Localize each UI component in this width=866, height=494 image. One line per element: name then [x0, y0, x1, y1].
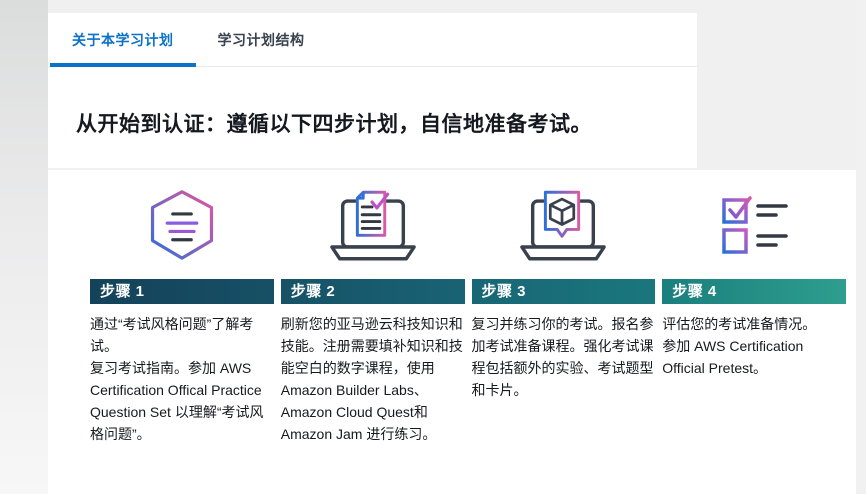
step-column-4: 步骤 4 评估您的考试准备情况。 参加 AWS Certification Of…: [662, 188, 846, 445]
step-description: 刷新您的亚马逊云科技知识和技能。注册需要填补知识和技能空白的数字课程，使用 Am…: [280, 316, 463, 442]
step-column-3: 步骤 3 复习并练习你的考试。报名参加考试准备课程。强化考试课程包括额外的实验、…: [471, 188, 656, 445]
page-background-gutter: [0, 0, 48, 494]
learning-plan-card: 关于本学习计划 学习计划结构 从开始到认证：遵循以下四步计划，自信地准备考试。: [48, 13, 697, 168]
step-column-1: 步骤 1 通过“考试风格问题”了解考试。 复习考试指南。参加 AWS Certi…: [90, 188, 274, 445]
tab-about-plan[interactable]: 关于本学习计划: [50, 13, 196, 67]
step-title-bar: 步骤 1: [90, 279, 274, 304]
step-description: 评估您的考试准备情况。 参加 AWS Certification Officia…: [662, 316, 817, 376]
step-column-2: 步骤 2 刷新您的亚马逊云科技知识和技能。注册需要填补知识和技能空白的数字课程，…: [280, 188, 465, 445]
section-heading: 从开始到认证：遵循以下四步计划，自信地准备考试。: [76, 113, 592, 136]
step-description: 通过“考试风格问题”了解考试。 复习考试指南。参加 AWS Certificat…: [90, 316, 264, 442]
step-title-bar: 步骤 3: [471, 279, 656, 304]
tab-bar: 关于本学习计划 学习计划结构: [48, 13, 697, 67]
laptop-cube-icon: [472, 188, 656, 262]
tab-plan-structure[interactable]: 学习计划结构: [196, 13, 327, 66]
page-background-gutter-right: [856, 0, 866, 494]
step-title-bar: 步骤 2: [280, 279, 465, 304]
step-description: 复习并练习你的考试。报名参加考试准备课程。强化考试课程包括额外的实验、考试题型和…: [471, 316, 654, 398]
laptop-checked-document-icon: [281, 188, 465, 262]
hexagon-document-icon: [90, 188, 274, 262]
checklist-icon: [662, 188, 846, 262]
steps-panel: 步骤 1 通过“考试风格问题”了解考试。 复习考试指南。参加 AWS Certi…: [48, 170, 856, 494]
step-title-bar: 步骤 4: [662, 279, 846, 304]
steps-grid: 步骤 1 通过“考试风格问题”了解考试。 复习考试指南。参加 AWS Certi…: [90, 188, 846, 445]
